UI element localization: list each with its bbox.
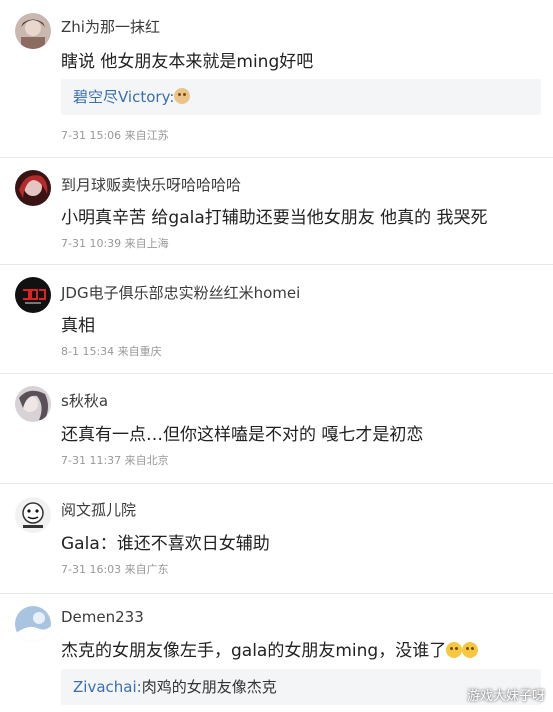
watermark: 游戏大妹子呀: [466, 689, 545, 704]
comment-item: 阅文孤儿院 Gala：谁还不喜欢日女辅助 7-31 16:03 来自广东: [0, 484, 553, 594]
avatar[interactable]: [15, 277, 51, 313]
comment-text: 杰克的女朋友像左手，gala的女朋友ming，没谁了: [61, 636, 479, 661]
dog-emoji-icon: [174, 88, 191, 104]
comment-location: 来自上海: [124, 237, 169, 250]
avatar[interactable]: [15, 606, 51, 642]
laugh-cry-emoji-icon: [446, 642, 463, 658]
username[interactable]: 阅文孤儿院: [61, 499, 136, 520]
comment-location: 来自北京: [124, 454, 169, 467]
comment-meta: 7-31 15:06 来自江苏: [61, 127, 169, 143]
comment-location: 来自江苏: [124, 129, 169, 142]
comment-date: 7-31 11:37: [61, 454, 122, 467]
comment-text-content: 杰克的女朋友像左手，gala的女朋友ming，没谁了: [61, 641, 447, 661]
reply-username[interactable]: 碧空尽Victory: [73, 88, 169, 106]
comment-meta: 8-1 15:34 来自重庆: [61, 343, 162, 359]
username[interactable]: Demen233: [61, 608, 144, 626]
comment-item: JDG电子俱乐部忠实粉丝红米homei 真相 8-1 15:34 来自重庆: [0, 265, 553, 374]
avatar[interactable]: [15, 386, 51, 422]
comment-item: Zhi为那一抹红 瞎说 他女朋友本来就是ming好吧 碧空尽Victory: 7…: [0, 0, 553, 158]
comment-date: 7-31 15:06: [61, 129, 122, 142]
comment-meta: 7-31 11:37 来自北京: [61, 452, 169, 468]
reply-box[interactable]: 碧空尽Victory:: [61, 79, 541, 115]
comment-date: 8-1 15:34: [61, 345, 115, 358]
comment-text: 真相: [61, 316, 95, 336]
username[interactable]: Zhi为那一抹红: [61, 16, 160, 37]
reply-username[interactable]: Zivachai: [73, 678, 137, 696]
comment-item: 到月球贩卖快乐呀哈哈哈哈 小明真辛苦 给gala打辅助还要当他女朋友 他真的 我…: [0, 158, 553, 265]
comment-text: Gala：谁还不喜欢日女辅助: [61, 534, 270, 554]
comment-text: 还真有一点…但你这样嗑是不对的 嘎七才是初恋: [61, 425, 424, 445]
avatar[interactable]: [15, 170, 51, 206]
comment-date: 7-31 10:39: [61, 237, 122, 250]
comment-meta: 7-31 10:39 来自上海: [61, 235, 169, 251]
laugh-cry-emoji-icon: [462, 642, 479, 658]
comment-location: 来自广东: [124, 563, 169, 576]
avatar[interactable]: [15, 497, 51, 533]
comment-location: 来自重庆: [117, 345, 162, 358]
reply-text: 肉鸡的女朋友像杰克: [141, 678, 277, 696]
comment-date: 7-31 16:03: [61, 563, 122, 576]
comment-meta: 7-31 16:03 来自广东: [61, 561, 169, 577]
username[interactable]: s秋秋a: [61, 390, 108, 411]
comment-text: 小明真辛苦 给gala打辅助还要当他女朋友 他真的 我哭死: [61, 208, 488, 228]
username[interactable]: 到月球贩卖快乐呀哈哈哈哈: [61, 174, 241, 195]
username[interactable]: JDG电子俱乐部忠实粉丝红米homei: [61, 282, 300, 303]
avatar[interactable]: [15, 13, 51, 49]
comment-text: 瞎说 他女朋友本来就是ming好吧: [61, 52, 314, 72]
comment-item: s秋秋a 还真有一点…但你这样嗑是不对的 嘎七才是初恋 7-31 11:37 来…: [0, 374, 553, 484]
